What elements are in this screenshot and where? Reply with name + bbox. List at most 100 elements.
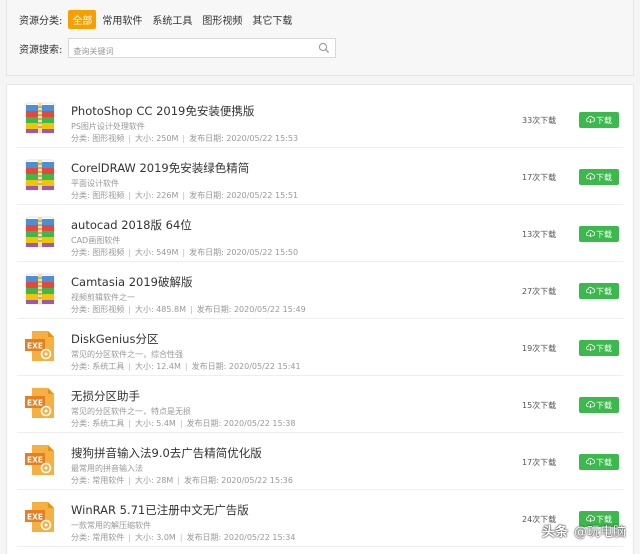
download-button[interactable]: 下载	[579, 397, 619, 413]
meta-separator: |	[177, 476, 180, 485]
size-prefix: 大小:	[134, 362, 154, 371]
item-category: 图形视频	[92, 191, 125, 200]
item-title[interactable]: PhotoShop CC 2019免安装便携版	[71, 103, 254, 119]
item-title[interactable]: DiskGenius分区	[71, 331, 158, 347]
item-description: 常见的分区软件之一，特点是无损	[71, 407, 191, 416]
item-meta: 分类: 系统工具 | 大小: 12.4M | 发布日期: 2020/05/22 15:4…	[71, 361, 301, 372]
download-button[interactable]: 下载	[579, 340, 619, 356]
item-title[interactable]: WinRAR 5.71已注册中文无广告版	[71, 502, 249, 518]
item-size: 549M	[156, 248, 179, 257]
item-title[interactable]: autocad 2018版 64位	[71, 217, 192, 233]
exe-file-icon[interactable]: EXE	[23, 329, 57, 363]
cloud-download-icon	[586, 286, 596, 297]
meta-separator: |	[128, 533, 131, 542]
category-common-software[interactable]: 常用软件	[98, 10, 146, 29]
download-button[interactable]: 下载	[579, 112, 619, 128]
item-category: 图形视频	[92, 305, 125, 314]
category-prefix: 分类:	[71, 419, 90, 428]
date-prefix: 发布日期:	[184, 476, 219, 485]
item-description: 平面设计软件	[71, 179, 119, 188]
item-category: 常用软件	[92, 476, 125, 485]
download-label: 下载	[596, 229, 612, 239]
category-label: 资源分类:	[19, 15, 63, 27]
download-label: 下载	[596, 286, 612, 296]
date-prefix: 发布日期:	[189, 248, 224, 257]
category-all[interactable]: 全部	[68, 9, 97, 29]
winrar-archive-icon[interactable]	[23, 158, 57, 192]
item-size: 250M	[156, 134, 179, 143]
winrar-archive-icon[interactable]	[23, 101, 57, 135]
list-item: PhotoShop CC 2019免安装便携版 PS图片设计处理软件 分类: 图…	[17, 91, 623, 148]
watermark-account: @玩电脑	[573, 525, 626, 540]
item-description: 常见的分区软件之一，综合性强	[71, 350, 183, 359]
download-button[interactable]: 下载	[579, 454, 619, 470]
item-description: 视频剪辑软件之一	[71, 293, 135, 302]
winrar-archive-icon[interactable]	[23, 215, 57, 249]
item-category: 常用软件	[92, 533, 125, 542]
cloud-download-icon	[586, 457, 596, 468]
watermark-brand: 头条	[541, 525, 568, 540]
meta-separator: |	[182, 248, 186, 257]
size-prefix: 大小:	[134, 191, 154, 200]
meta-separator: |	[179, 533, 183, 542]
category-other[interactable]: 其它下载	[248, 10, 296, 29]
list-item: Camtasia 2019破解版 视频剪辑软件之一 分类: 图形视频 | 大小: 4…	[17, 262, 623, 319]
meta-separator: |	[182, 134, 186, 143]
download-label: 下载	[596, 343, 612, 353]
cloud-download-icon	[586, 172, 596, 183]
svg-text:EXE: EXE	[27, 456, 43, 465]
category-graphics-video[interactable]: 图形视频	[198, 10, 246, 29]
size-prefix: 大小:	[134, 533, 154, 542]
item-title[interactable]: CorelDRAW 2019免安装绿色精简	[71, 160, 249, 176]
search-icon[interactable]	[318, 42, 330, 54]
list-item: CorelDRAW 2019免安装绿色精简 平面设计软件 分类: 图形视频 | 大小…	[17, 148, 623, 205]
category-prefix: 分类:	[71, 191, 90, 200]
item-title[interactable]: 搜狗拼音输入法9.0去广告精简优化版	[71, 445, 262, 461]
download-button[interactable]: 下载	[579, 283, 619, 299]
date-prefix: 发布日期:	[196, 305, 232, 314]
item-meta: 分类: 常用软件 | 大小: 3.0M | 发布日期: 2020/05/22 15:34	[71, 532, 296, 543]
size-prefix: 大小:	[134, 134, 154, 143]
item-date: 2020/05/22 15:38	[223, 419, 296, 428]
item-title[interactable]: 无损分区助手	[71, 388, 140, 404]
category-prefix: 分类:	[71, 362, 90, 371]
item-date: 2020/05/22 15:50	[226, 248, 299, 257]
category-prefix: 分类:	[71, 305, 90, 314]
download-button[interactable]: 下载	[579, 169, 619, 185]
meta-separator: |	[190, 305, 193, 314]
download-count: 27次下载	[522, 287, 557, 296]
cloud-download-icon	[586, 400, 596, 411]
item-date: 2020/05/22 15:41	[228, 362, 301, 371]
exe-file-icon[interactable]: EXE	[23, 500, 57, 534]
item-description: CAD画图软件	[71, 236, 121, 245]
item-size: 28M	[156, 476, 174, 485]
cloud-download-icon	[586, 343, 596, 354]
filter-panel: 资源分类: 全部 常用软件 系统工具 图形视频 其它下载 资源搜索:	[6, 0, 634, 76]
item-category: 图形视频	[92, 134, 125, 143]
category-filter-row: 资源分类: 全部 常用软件 系统工具 图形视频 其它下载	[19, 9, 298, 29]
item-category: 图形视频	[92, 248, 125, 257]
search-input[interactable]	[69, 42, 310, 61]
item-date: 2020/05/22 15:36	[221, 476, 293, 485]
item-category: 系统工具	[92, 419, 125, 428]
category-prefix: 分类:	[71, 134, 90, 143]
list-item: autocad 2018版 64位 CAD画图软件 分类: 图形视频 | 大小: 5…	[17, 205, 623, 262]
download-count: 17次下载	[522, 173, 557, 182]
download-button[interactable]: 下载	[579, 226, 619, 242]
exe-file-icon[interactable]: EXE	[23, 443, 57, 477]
category-system-tools[interactable]: 系统工具	[148, 10, 196, 29]
meta-separator: |	[128, 419, 131, 428]
exe-file-icon[interactable]: EXE	[23, 386, 57, 420]
search-box	[68, 38, 337, 61]
svg-text:EXE: EXE	[27, 399, 43, 408]
winrar-archive-icon[interactable]	[23, 272, 57, 306]
item-title[interactable]: Camtasia 2019破解版	[71, 274, 193, 290]
date-prefix: 发布日期:	[186, 533, 222, 542]
search-row: 资源搜索:	[19, 38, 337, 61]
download-count: 33次下载	[522, 116, 557, 125]
category-prefix: 分类:	[71, 533, 90, 542]
item-description: 最常用的拼音输入法	[71, 464, 143, 473]
item-size: 485.8M	[156, 305, 187, 314]
list-item: EXE WinRAR 5.71已注册中文无广告版 一款常用的解压缩软件 分类: …	[17, 490, 623, 547]
watermark: 头条 @玩电脑	[542, 521, 626, 540]
